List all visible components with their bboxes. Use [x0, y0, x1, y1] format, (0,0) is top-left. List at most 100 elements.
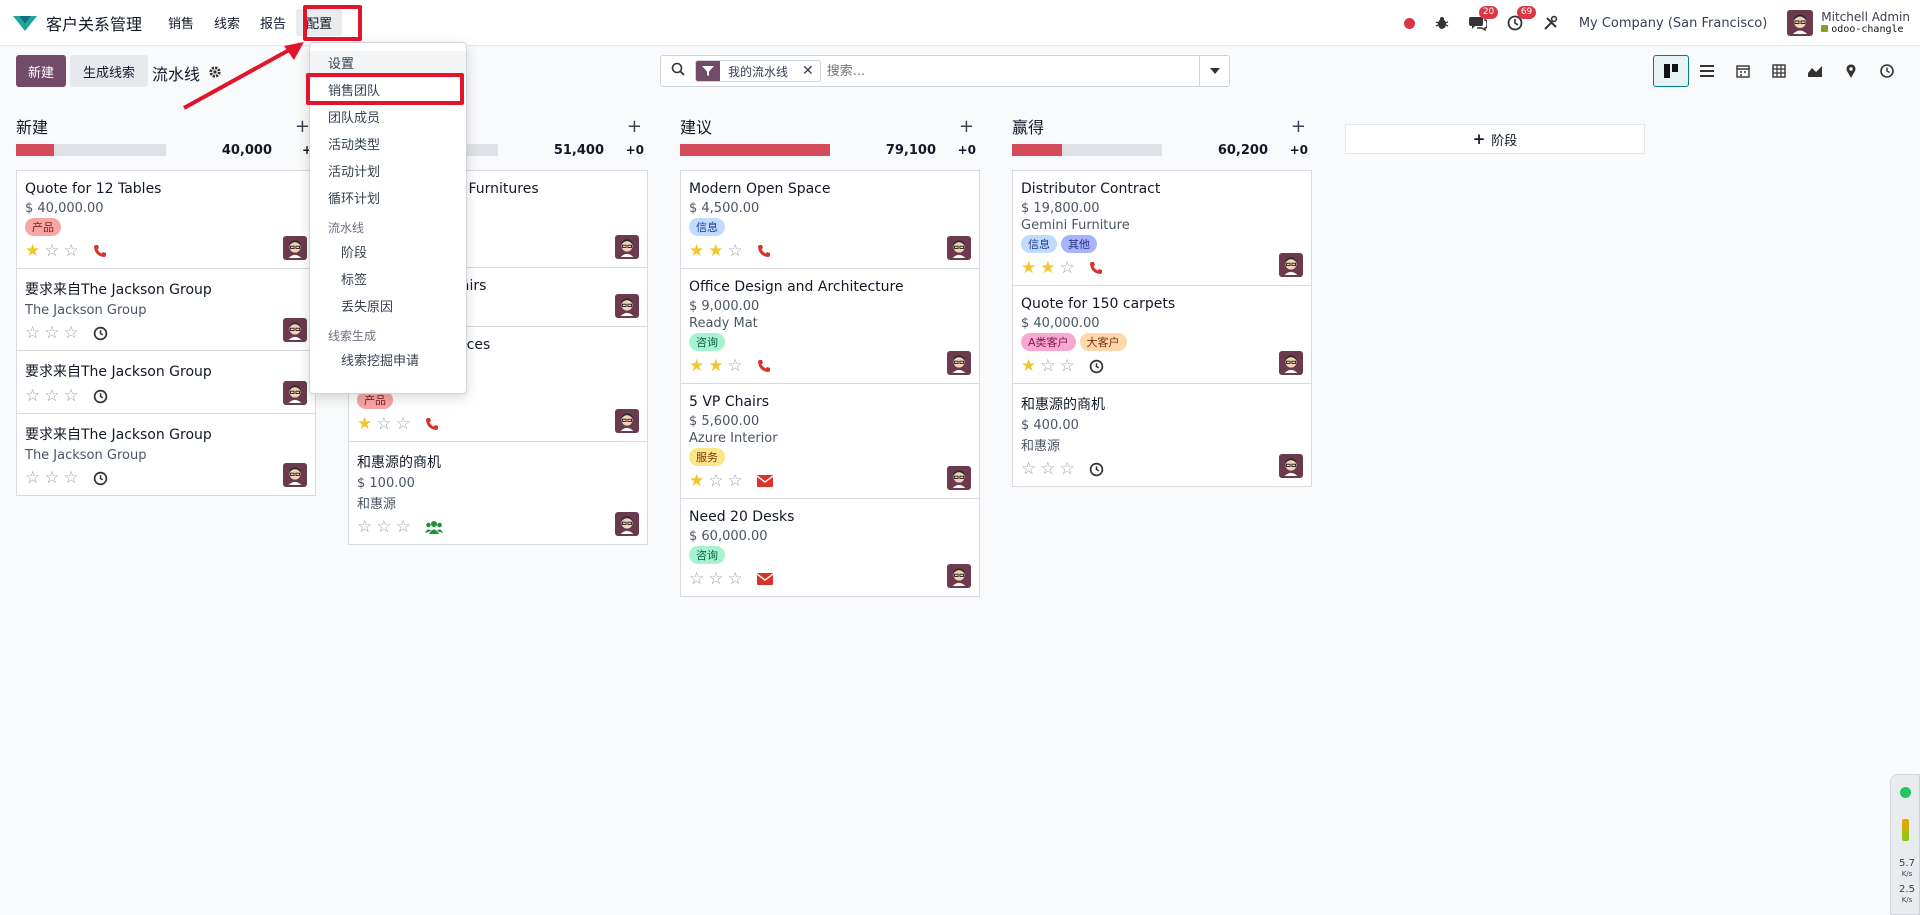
activity-view-icon[interactable]	[1869, 55, 1905, 87]
priority-star-icon[interactable]: ★	[689, 357, 704, 375]
salesperson-avatar[interactable]	[1279, 351, 1303, 375]
salesperson-avatar[interactable]	[615, 409, 639, 433]
recording-indicator-icon[interactable]	[1403, 17, 1415, 29]
priority-star-icon[interactable]: ☆	[708, 570, 723, 588]
priority-star-icon[interactable]: ☆	[376, 518, 391, 536]
column-quick-add[interactable]: +	[272, 143, 312, 157]
progress-bar[interactable]	[1012, 144, 1162, 156]
clock-activity-icon[interactable]	[1089, 359, 1104, 374]
priority-star-icon[interactable]: ★	[1040, 259, 1055, 277]
priority-star-icon[interactable]: ☆	[728, 570, 743, 588]
opportunity-card[interactable]: 和惠源的商机 $ 400.00 和惠源 ☆ ☆ ☆	[1012, 384, 1312, 487]
developer-tools-icon[interactable]	[1543, 15, 1559, 31]
priority-star-icon[interactable]: ☆	[728, 242, 743, 260]
salesperson-avatar[interactable]	[1279, 454, 1303, 478]
priority-star-icon[interactable]: ★	[357, 415, 372, 433]
column-add-icon[interactable]: +	[1291, 116, 1306, 137]
column-title[interactable]: 赢得	[1012, 114, 1044, 138]
priority-star-icon[interactable]: ☆	[64, 324, 79, 342]
dropdown-item[interactable]: 循环计划	[310, 186, 466, 213]
salesperson-avatar[interactable]	[947, 351, 971, 375]
priority-star-icon[interactable]: ★	[708, 242, 723, 260]
opportunity-card[interactable]: Office Design and Architecture $ 9,000.00…	[680, 269, 980, 384]
salesperson-avatar[interactable]	[947, 236, 971, 260]
user-menu[interactable]: Mitchell Admin odoo-changle	[1787, 10, 1910, 36]
priority-star-icon[interactable]: ★	[25, 242, 40, 260]
priority-star-icon[interactable]: ☆	[64, 242, 79, 260]
priority-star-icon[interactable]: ☆	[25, 469, 40, 487]
salesperson-avatar[interactable]	[615, 235, 639, 259]
column-add-icon[interactable]: +	[627, 116, 642, 137]
priority-star-icon[interactable]: ☆	[376, 415, 391, 433]
dropdown-item[interactable]: 活动计划	[310, 159, 466, 186]
salesperson-avatar[interactable]	[947, 564, 971, 588]
phone-activity-icon[interactable]	[93, 244, 107, 258]
opportunity-card[interactable]: Quote for 12 Tables $ 40,000.00 产品 ★ ☆ ☆	[16, 170, 316, 269]
dropdown-item[interactable]: 丢失原因	[310, 294, 466, 321]
mail-activity-icon[interactable]	[756, 475, 773, 487]
opportunity-card[interactable]: Distributor Contract $ 19,800.00 Gemini Fu…	[1012, 170, 1312, 286]
menu-reporting[interactable]: 报告	[250, 9, 296, 36]
priority-star-icon[interactable]: ★	[689, 472, 704, 490]
dropdown-item[interactable]: 标签	[310, 267, 466, 294]
salesperson-avatar[interactable]	[1279, 253, 1303, 277]
priority-star-icon[interactable]: ☆	[1040, 357, 1055, 375]
priority-star-icon[interactable]: ☆	[44, 324, 59, 342]
priority-star-icon[interactable]: ☆	[728, 472, 743, 490]
kanban-view-icon[interactable]	[1653, 55, 1689, 87]
column-quick-add[interactable]: +0	[604, 143, 644, 157]
pivot-view-icon[interactable]	[1761, 55, 1797, 87]
priority-star-icon[interactable]: ☆	[1060, 259, 1075, 277]
priority-star-icon[interactable]: ☆	[25, 324, 40, 342]
column-title[interactable]: 新建	[16, 114, 48, 138]
activities-clock-icon[interactable]: 69	[1507, 6, 1537, 31]
opportunity-card[interactable]: Modern Open Space $ 4,500.00 信息 ★ ★ ☆	[680, 170, 980, 269]
facet-remove-icon[interactable]: ✕	[796, 63, 820, 79]
priority-star-icon[interactable]: ☆	[1040, 460, 1055, 478]
opportunity-card[interactable]: 要求来自The Jackson Group The Jackson Group ☆ ☆…	[16, 414, 316, 496]
phone-activity-icon[interactable]	[757, 359, 771, 373]
salesperson-avatar[interactable]	[283, 236, 307, 260]
priority-star-icon[interactable]: ☆	[708, 472, 723, 490]
users-activity-icon[interactable]	[424, 520, 443, 534]
opportunity-card[interactable]: Quote for 150 carpets $ 40,000.00 A类客户 大客户 ★…	[1012, 286, 1312, 384]
phone-activity-icon[interactable]	[1089, 261, 1103, 275]
column-quick-add[interactable]: +0	[936, 143, 976, 157]
column-quick-add[interactable]: +0	[1268, 143, 1308, 157]
add-stage-button[interactable]: + 阶段	[1345, 124, 1645, 154]
column-add-icon[interactable]: +	[959, 116, 974, 137]
app-logo-icon[interactable]	[12, 12, 38, 34]
company-switcher[interactable]: My Company (San Francisco)	[1579, 16, 1767, 31]
column-title[interactable]: 建议	[680, 114, 712, 138]
dropdown-item[interactable]: 活动类型	[310, 132, 466, 159]
clock-activity-icon[interactable]	[1089, 462, 1104, 477]
map-view-icon[interactable]	[1833, 55, 1869, 87]
priority-star-icon[interactable]: ☆	[44, 242, 59, 260]
search-options-toggle[interactable]	[1199, 56, 1229, 86]
priority-star-icon[interactable]: ☆	[1060, 460, 1075, 478]
salesperson-avatar[interactable]	[615, 294, 639, 318]
salesperson-avatar[interactable]	[283, 381, 307, 405]
priority-star-icon[interactable]: ☆	[64, 387, 79, 405]
salesperson-avatar[interactable]	[283, 318, 307, 342]
opportunity-card[interactable]: 和惠源的商机 $ 100.00 和惠源 ☆ ☆ ☆	[348, 442, 648, 545]
dropdown-item[interactable]: 团队成员	[310, 105, 466, 132]
priority-star-icon[interactable]: ☆	[1021, 460, 1036, 478]
opportunity-card[interactable]: 要求来自The Jackson Group The Jackson Group ☆ ☆…	[16, 269, 316, 351]
priority-star-icon[interactable]: ★	[1021, 357, 1036, 375]
dropdown-item[interactable]: 阶段	[310, 240, 466, 267]
search-input[interactable]	[826, 63, 1207, 79]
search-icon[interactable]	[671, 62, 685, 80]
priority-star-icon[interactable]: ★	[708, 357, 723, 375]
messages-icon[interactable]: 20	[1468, 6, 1499, 31]
clock-activity-icon[interactable]	[93, 471, 108, 486]
list-view-icon[interactable]	[1689, 55, 1725, 87]
graph-view-icon[interactable]	[1797, 55, 1833, 87]
phone-activity-icon[interactable]	[425, 417, 439, 431]
opportunity-card[interactable]: 要求来自The Jackson Group ☆ ☆ ☆	[16, 351, 316, 414]
debug-bug-icon[interactable]	[1435, 16, 1449, 30]
menu-sales[interactable]: 销售	[158, 9, 204, 36]
priority-star-icon[interactable]: ☆	[396, 518, 411, 536]
menu-leads[interactable]: 线索	[204, 9, 250, 36]
network-speed-widget[interactable]: 5.7 K/s 2.5 K/s	[1890, 774, 1920, 915]
